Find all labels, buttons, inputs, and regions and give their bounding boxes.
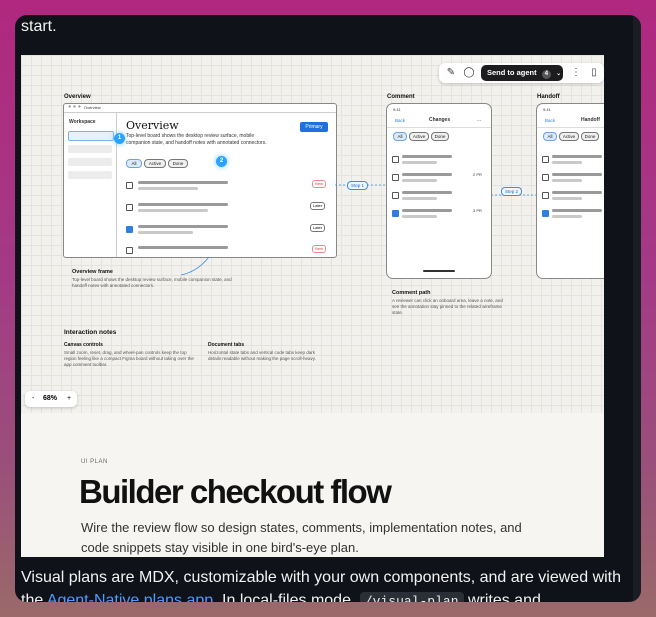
filter-active[interactable]: Active [559, 132, 579, 141]
bottom-text: . In local-files mode, [213, 592, 360, 602]
scrollbar-track[interactable] [633, 15, 641, 602]
step-1-badge: Step 1 [347, 181, 369, 190]
design-canvas[interactable]: ✎ ◯ Send to agent 4 ⌄ ⋮ ▯ Overview Comme… [21, 55, 604, 413]
message-text-top: start. [21, 18, 57, 35]
row-checkbox-checked[interactable] [392, 210, 399, 217]
comment-phone-wireframe[interactable]: 9:41 Back Changes ... All Active Done 2 [386, 103, 492, 279]
zoom-level: 68% [43, 395, 58, 402]
interaction-notes-title: Interaction notes [64, 329, 117, 336]
row-checkbox[interactable] [392, 156, 399, 163]
document-tabs-title: Document tabs [208, 342, 245, 348]
phone-time: 9:41 [543, 107, 551, 112]
row-title-line [552, 155, 602, 158]
plan-document: UI PLAN Builder checkout flow Wire the r… [21, 413, 604, 557]
row-title-line [402, 209, 452, 212]
bottom-line-1: Visual plans are MDX, customizable with … [21, 569, 589, 586]
zoom-in-button[interactable]: + [67, 391, 71, 407]
row-sub-line [402, 215, 437, 218]
zoom-out-button[interactable]: - [32, 391, 34, 407]
row-checkbox[interactable] [542, 192, 549, 199]
row-sub-line [552, 197, 582, 200]
doc-title: Builder checkout flow [79, 473, 392, 510]
phone-time: 9:41 [393, 107, 401, 112]
filter-done[interactable]: Done [581, 132, 599, 141]
phone-title: Changes [429, 117, 451, 123]
row-sub-line [552, 179, 582, 182]
comment-path-title: Comment path [392, 290, 431, 296]
doc-kicker: UI PLAN [81, 459, 108, 465]
filter-all[interactable]: All [393, 132, 407, 141]
divider [537, 127, 604, 128]
chat-message-card: start. ✎ ◯ Send to agent 4 ⌄ ⋮ ▯ Overvie… [15, 15, 641, 602]
row-meta: 3 PR [473, 208, 482, 213]
row-title-line [402, 191, 452, 194]
plans-app-link[interactable]: Agent-Native plans app [47, 592, 213, 602]
row-sub-line [552, 161, 582, 164]
phone-title: Handoff [581, 117, 600, 123]
row-sub-line [402, 161, 437, 164]
row-sub-line [402, 179, 437, 182]
overview-frame-body: Top-level board shows the desktop review… [72, 277, 232, 288]
row-checkbox[interactable] [392, 174, 399, 181]
document-tabs-body: Horizontal state tabs and vertical code … [208, 350, 316, 361]
row-title-line [552, 191, 602, 194]
row-sub-line [402, 197, 437, 200]
step-2-badge: Step 2 [501, 187, 523, 196]
plan-screenshot: ✎ ◯ Send to agent 4 ⌄ ⋮ ▯ Overview Comme… [21, 55, 604, 557]
filter-all[interactable]: All [543, 132, 557, 141]
phone-back-link[interactable]: Back [395, 117, 405, 124]
row-title-line [402, 173, 452, 176]
zoom-control: - 68% + [25, 391, 77, 407]
filter-done[interactable]: Done [431, 132, 449, 141]
row-checkbox[interactable] [392, 192, 399, 199]
filter-active[interactable]: Active [409, 132, 429, 141]
row-checkbox-checked[interactable] [542, 210, 549, 217]
row-checkbox[interactable] [542, 174, 549, 181]
phone-back-link[interactable]: Back [545, 117, 555, 124]
canvas-controls-body: Small zoom, reset, drag, and wheel-pan c… [64, 350, 194, 367]
divider [387, 127, 491, 128]
row-sub-line [552, 215, 582, 218]
row-title-line [552, 173, 602, 176]
doc-subtitle: Wire the review flow so design states, c… [81, 520, 522, 555]
more-icon[interactable]: ... [477, 117, 481, 124]
handoff-phone-wireframe[interactable]: 9:41 Back Handoff All Active Done [536, 103, 604, 279]
home-indicator [423, 270, 455, 272]
overview-frame-title: Overview frame [72, 269, 113, 275]
comment-path-body: A reviewer can click an onboard area, le… [392, 298, 503, 315]
row-meta: 2 PR [473, 172, 482, 177]
row-title-line [552, 209, 602, 212]
row-title-line [402, 155, 452, 158]
inline-code: /visual-plan [359, 592, 464, 602]
message-text-bottom: Visual plans are MDX, customizable with … [21, 566, 621, 602]
row-checkbox[interactable] [542, 156, 549, 163]
canvas-controls-title: Canvas controls [64, 342, 103, 348]
bottom-text: writes and [463, 592, 541, 602]
